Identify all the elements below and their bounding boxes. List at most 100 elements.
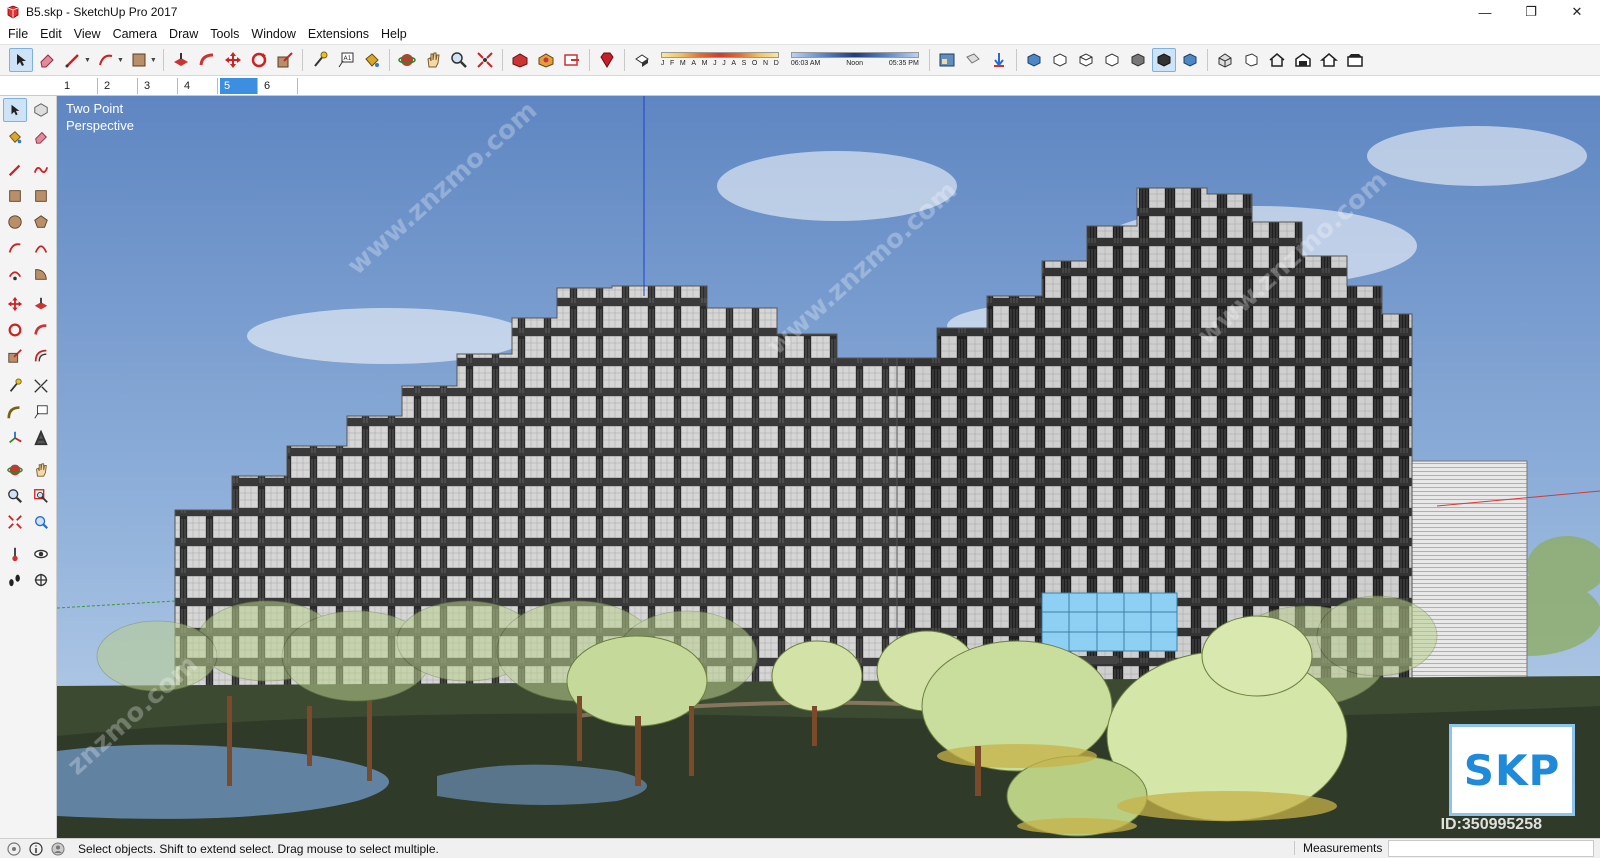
menu-extensions[interactable]: Extensions bbox=[302, 27, 375, 41]
styles-button[interactable] bbox=[935, 48, 959, 72]
rectangle-button[interactable] bbox=[3, 184, 27, 208]
top-view-button[interactable] bbox=[1048, 48, 1072, 72]
scene-tab[interactable]: 1 bbox=[60, 78, 98, 94]
line-dropdown-icon[interactable]: ▼ bbox=[84, 57, 91, 64]
move-tool-button[interactable] bbox=[221, 48, 245, 72]
orbit-button[interactable] bbox=[3, 458, 27, 482]
zoom-window-button[interactable] bbox=[29, 484, 53, 508]
text-tool-button[interactable]: A1 bbox=[334, 48, 358, 72]
rotated-rectangle-button[interactable] bbox=[29, 184, 53, 208]
left-view-button[interactable] bbox=[1151, 48, 1176, 72]
tape-measure-button[interactable] bbox=[3, 374, 27, 398]
geo-location-icon[interactable] bbox=[6, 841, 22, 857]
dimension-button[interactable] bbox=[29, 374, 53, 398]
position-camera-button[interactable] bbox=[987, 48, 1011, 72]
scene-tab[interactable]: 4 bbox=[180, 78, 218, 94]
menu-window[interactable]: Window bbox=[245, 27, 301, 41]
walkthrough-button[interactable] bbox=[961, 48, 985, 72]
axes-button[interactable] bbox=[3, 426, 27, 450]
zoom-extents-button[interactable] bbox=[3, 510, 27, 534]
credits-info-icon[interactable] bbox=[28, 841, 44, 857]
2point-arc-button[interactable] bbox=[29, 236, 53, 260]
pie-button[interactable] bbox=[29, 262, 53, 286]
menu-draw[interactable]: Draw bbox=[163, 27, 204, 41]
pan-button[interactable] bbox=[29, 458, 53, 482]
pan-tool-button[interactable] bbox=[421, 48, 445, 72]
back-view-button[interactable] bbox=[1126, 48, 1150, 72]
3point-arc-button[interactable] bbox=[3, 262, 27, 286]
shadow-time-slider[interactable]: 06:03 AM Noon 05:35 PM bbox=[790, 48, 919, 72]
scene-tab[interactable]: 6 bbox=[260, 78, 298, 94]
menu-camera[interactable]: Camera bbox=[107, 27, 163, 41]
zoom-button[interactable] bbox=[3, 484, 27, 508]
walk-button[interactable] bbox=[3, 568, 27, 592]
scene-tab[interactable]: 3 bbox=[140, 78, 178, 94]
measurements-input[interactable] bbox=[1388, 840, 1594, 857]
rotate-tool-button[interactable] bbox=[247, 48, 271, 72]
menu-edit[interactable]: Edit bbox=[34, 27, 68, 41]
paint-bucket-button[interactable] bbox=[3, 125, 27, 149]
scene-tab[interactable]: 2 bbox=[100, 78, 138, 94]
extension-warehouse-button[interactable] bbox=[534, 48, 558, 72]
right-view-button[interactable] bbox=[1100, 48, 1124, 72]
monochrome-style-button[interactable] bbox=[1343, 48, 1367, 72]
rotate-button[interactable] bbox=[3, 318, 27, 342]
shadows-toggle-button[interactable] bbox=[630, 48, 654, 72]
arc-dropdown-icon[interactable]: ▼ bbox=[117, 57, 124, 64]
menu-view[interactable]: View bbox=[68, 27, 107, 41]
modeling-viewport[interactable]: www.znzmo.com www.znzmo.com www.znzmo.co… bbox=[57, 96, 1600, 838]
push-pull-button[interactable] bbox=[29, 292, 53, 316]
shaded-style-button[interactable] bbox=[1291, 48, 1315, 72]
select-tool-button[interactable] bbox=[3, 98, 27, 122]
paint-bucket-tool-button[interactable] bbox=[360, 48, 384, 72]
eraser-button[interactable] bbox=[29, 125, 53, 149]
freehand-button[interactable] bbox=[29, 158, 53, 182]
menu-tools[interactable]: Tools bbox=[204, 27, 245, 41]
follow-me-button[interactable] bbox=[29, 318, 53, 342]
iso-view-button[interactable] bbox=[1022, 48, 1046, 72]
perspective-view-button[interactable] bbox=[1178, 48, 1202, 72]
send-to-layout-button[interactable] bbox=[560, 48, 584, 72]
hidden-line-style-button[interactable] bbox=[1317, 48, 1341, 72]
orbit-tool-button[interactable] bbox=[395, 48, 419, 72]
previous-view-button[interactable] bbox=[29, 510, 53, 534]
scale-button[interactable] bbox=[3, 344, 27, 368]
select-tool-button[interactable] bbox=[9, 48, 33, 72]
menu-help[interactable]: Help bbox=[375, 27, 413, 41]
follow-me-tool-button[interactable] bbox=[195, 48, 219, 72]
make-component-button[interactable] bbox=[29, 98, 53, 122]
push-pull-tool-button[interactable] bbox=[169, 48, 193, 72]
scene-tab-active[interactable]: 5 bbox=[220, 78, 258, 94]
arc-tool-button[interactable] bbox=[94, 48, 118, 72]
text-button[interactable] bbox=[29, 400, 53, 424]
rectangle-tool-button[interactable] bbox=[127, 48, 151, 72]
line-button[interactable] bbox=[3, 158, 27, 182]
user-account-icon[interactable] bbox=[50, 841, 66, 857]
tape-measure-tool-button[interactable] bbox=[308, 48, 332, 72]
menu-file[interactable]: File bbox=[2, 27, 34, 41]
polygon-button[interactable] bbox=[29, 210, 53, 234]
move-button[interactable] bbox=[3, 292, 27, 316]
front-view-button[interactable] bbox=[1074, 48, 1098, 72]
3d-warehouse-button[interactable] bbox=[508, 48, 532, 72]
xray-style-button[interactable] bbox=[1213, 48, 1237, 72]
3d-text-button[interactable] bbox=[29, 426, 53, 450]
look-around-button[interactable] bbox=[29, 542, 53, 566]
shadow-date-slider[interactable]: J F M A M J J A S O N D bbox=[660, 48, 779, 72]
minimize-button[interactable]: — bbox=[1462, 0, 1508, 24]
position-camera-button[interactable] bbox=[3, 542, 27, 566]
scale-tool-button[interactable] bbox=[273, 48, 297, 72]
circle-button[interactable] bbox=[3, 210, 27, 234]
maximize-button[interactable]: ❐ bbox=[1508, 0, 1554, 24]
protractor-button[interactable] bbox=[3, 400, 27, 424]
zoom-extents-tool-button[interactable] bbox=[473, 48, 497, 72]
ruby-console-button[interactable] bbox=[595, 48, 619, 72]
section-plane-button[interactable] bbox=[29, 568, 53, 592]
rectangle-dropdown-icon[interactable]: ▼ bbox=[150, 57, 157, 64]
offset-button[interactable] bbox=[29, 344, 53, 368]
wireframe-style-button[interactable] bbox=[1239, 48, 1263, 72]
close-button[interactable]: ✕ bbox=[1554, 0, 1600, 24]
home-button[interactable] bbox=[1265, 48, 1289, 72]
eraser-tool-button[interactable] bbox=[35, 48, 59, 72]
arc-button[interactable] bbox=[3, 236, 27, 260]
